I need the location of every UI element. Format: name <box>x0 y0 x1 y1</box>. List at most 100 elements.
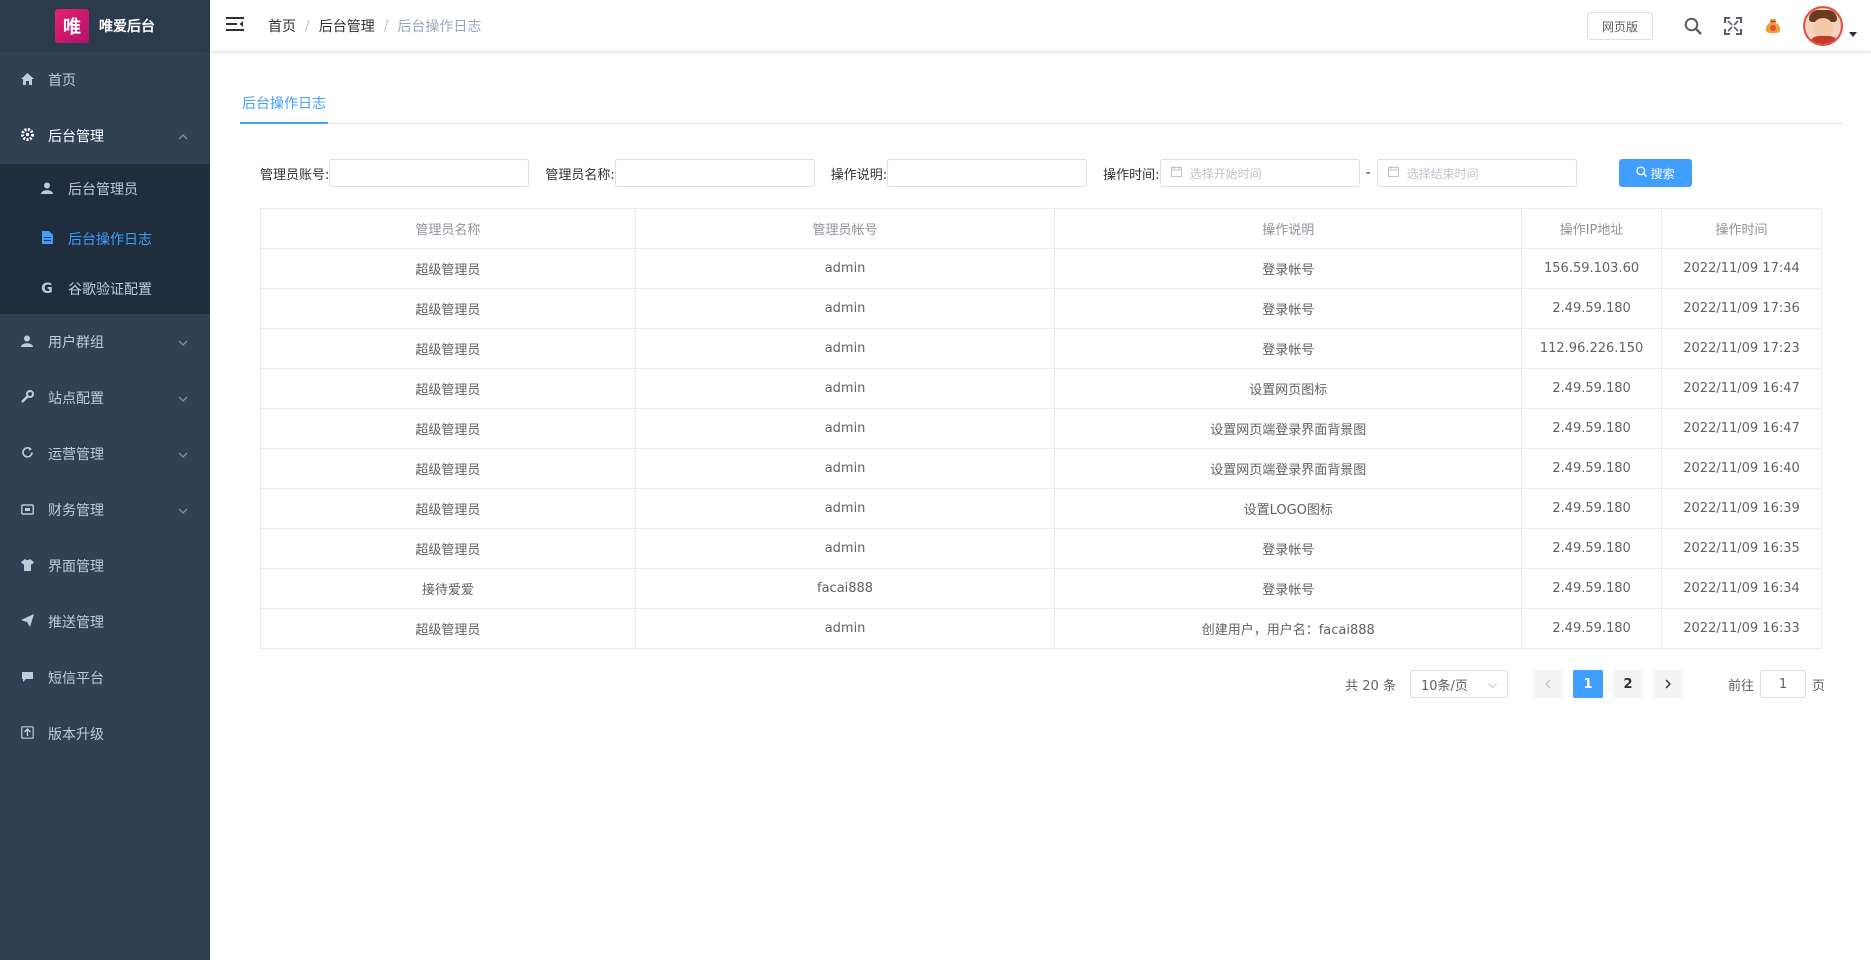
table-row: 接待爱爱 facai888 登录帐号 2.49.59.180 2022/11/09 16… <box>260 568 1822 609</box>
table-cell: 2022/11/09 17:36 <box>1661 288 1822 329</box>
sidebar-item-label: 财务管理 <box>48 503 104 519</box>
column-header: 操作时间 <box>1661 208 1822 249</box>
page-button-1[interactable]: 1 <box>1572 670 1603 698</box>
google-icon: G <box>41 281 53 297</box>
table-cell: 登录帐号 <box>1054 328 1523 369</box>
table-cell: 超级管理员 <box>260 248 636 289</box>
table-cell: 2022/11/09 16:47 <box>1661 368 1822 409</box>
sidebar-item-operation-log[interactable]: 后台操作日志 <box>0 214 210 264</box>
sidebar-item-user-groups[interactable]: 用户群组 <box>0 314 210 370</box>
table-cell: 2022/11/09 16:33 <box>1661 608 1822 649</box>
table-row: 超级管理员 admin 设置网页图标 2.49.59.180 2022/11/09 16… <box>260 368 1822 409</box>
table-row: 超级管理员 admin 设置网页端登录界面背景图 2.49.59.180 2022/11… <box>260 408 1822 449</box>
search-button[interactable]: 搜索 <box>1618 159 1692 187</box>
chevron-down-icon <box>178 335 188 349</box>
table-cell: 156.59.103.60 <box>1521 248 1663 289</box>
search-icon[interactable] <box>1682 15 1704 37</box>
shirt-icon <box>20 558 34 574</box>
sidebar-item-interface[interactable]: 界面管理 <box>0 538 210 594</box>
sidebar-item-label: 后台管理 <box>48 129 104 145</box>
wrench-icon <box>20 390 34 406</box>
table-row: 超级管理员 admin 创建用户，用户名：facai888 2.49.59.180 20… <box>260 608 1822 649</box>
sidebar-item-google-auth[interactable]: G 谷歌验证配置 <box>0 264 210 314</box>
admin-submenu: 后台管理员 后台操作日志 G 谷歌验证配置 <box>0 164 210 314</box>
sidebar-item-admin[interactable]: 后台管理 <box>0 108 210 164</box>
breadcrumb: 首页 / 后台管理 / 后台操作日志 <box>268 16 481 36</box>
header-actions: 网页版 <box>1586 0 1857 52</box>
table-cell: 112.96.226.150 <box>1521 328 1663 369</box>
money-bag-icon[interactable] <box>1762 15 1784 37</box>
column-header: 操作说明 <box>1054 208 1523 249</box>
page-size-select[interactable]: 10条/页 <box>1409 670 1508 698</box>
sidebar-item-label: 用户群组 <box>48 335 104 351</box>
web-version-button[interactable]: 网页版 <box>1586 12 1653 40</box>
calendar-icon <box>1170 166 1182 180</box>
admin-name-input[interactable] <box>614 159 815 187</box>
table-cell: admin <box>634 408 1056 449</box>
end-time-picker[interactable]: 选择结束时间 <box>1376 159 1577 187</box>
table-cell: 2.49.59.180 <box>1521 408 1663 449</box>
sidebar-item-label: 谷歌验证配置 <box>68 282 152 298</box>
table-cell: 2.49.59.180 <box>1521 368 1663 409</box>
avatar[interactable] <box>1803 6 1843 46</box>
tabs: 后台操作日志 <box>240 88 1843 124</box>
table-cell: 设置LOGO图标 <box>1054 488 1523 529</box>
sidebar-item-home[interactable]: 首页 <box>0 52 210 108</box>
start-time-picker[interactable]: 选择开始时间 <box>1159 159 1360 187</box>
chevron-up-icon <box>178 129 188 143</box>
table-cell: 超级管理员 <box>260 368 636 409</box>
chat-icon <box>20 671 34 686</box>
table-cell: 登录帐号 <box>1054 248 1523 289</box>
table-cell: 2022/11/09 16:35 <box>1661 528 1822 569</box>
caret-down-icon[interactable] <box>1849 29 1857 40</box>
table-cell: 2022/11/09 16:47 <box>1661 408 1822 449</box>
table-cell: 创建用户，用户名：facai888 <box>1054 608 1523 649</box>
fullscreen-icon[interactable] <box>1722 15 1744 37</box>
admin-name-label: 管理员名称: <box>545 167 615 183</box>
table-cell: 登录帐号 <box>1054 288 1523 329</box>
sidebar-item-operations[interactable]: 运营管理 <box>0 426 210 482</box>
page-jump-input[interactable]: 1 <box>1759 670 1806 698</box>
sidebar-item-push[interactable]: 推送管理 <box>0 594 210 650</box>
chevron-down-icon <box>178 447 188 461</box>
page-button-2[interactable]: 2 <box>1612 670 1643 698</box>
table-cell: 超级管理员 <box>260 608 636 649</box>
table-cell: 设置网页端登录界面背景图 <box>1054 408 1523 449</box>
next-page-button[interactable] <box>1652 670 1683 698</box>
operation-log-table: 管理员名称 管理员帐号 操作说明 操作IP地址 操作时间 超级管理员 admin 登… <box>260 208 1822 649</box>
sidebar-item-site-config[interactable]: 站点配置 <box>0 370 210 426</box>
time-label: 操作时间: <box>1103 167 1160 183</box>
table-cell: 2022/11/09 16:39 <box>1661 488 1822 529</box>
table-cell: 登录帐号 <box>1054 528 1523 569</box>
hamburger-icon[interactable] <box>226 15 246 36</box>
tab-operation-log[interactable]: 后台操作日志 <box>240 88 328 124</box>
breadcrumb-current: 后台操作日志 <box>397 18 482 35</box>
sidebar-item-label: 版本升级 <box>48 727 104 743</box>
breadcrumb-separator: / <box>383 17 389 34</box>
table-cell: 超级管理员 <box>260 328 636 369</box>
sidebar-item-sms[interactable]: 短信平台 <box>0 650 210 706</box>
start-time-placeholder: 选择开始时间 <box>1189 166 1262 181</box>
prev-page-button[interactable] <box>1532 670 1563 698</box>
sidebar: 唯 唯爱后台 首页 后台管理 后台管理员 后台操作日志 G 谷歌验证配置 用户群… <box>0 0 210 960</box>
table-cell: 2.49.59.180 <box>1521 488 1663 529</box>
chevron-down-icon <box>1488 677 1497 692</box>
sidebar-item-upgrade[interactable]: 版本升级 <box>0 706 210 762</box>
table-cell: 2022/11/09 17:23 <box>1661 328 1822 369</box>
table-cell: 超级管理员 <box>260 488 636 529</box>
table-body: 超级管理员 admin 登录帐号 156.59.103.60 2022/11/09 17… <box>260 248 1822 649</box>
breadcrumb-home[interactable]: 首页 <box>268 16 296 36</box>
table-cell: 接待爱爱 <box>260 568 636 609</box>
sidebar-item-admin-users[interactable]: 后台管理员 <box>0 164 210 214</box>
operation-input[interactable] <box>887 159 1088 187</box>
page-size-value: 10条/页 <box>1420 678 1468 694</box>
admin-account-input[interactable] <box>329 159 530 187</box>
table-row: 超级管理员 admin 登录帐号 2.49.59.180 2022/11/09 16:3… <box>260 528 1822 569</box>
breadcrumb-admin[interactable]: 后台管理 <box>319 16 375 36</box>
table-row: 超级管理员 admin 登录帐号 156.59.103.60 2022/11/09 17… <box>260 248 1822 289</box>
logo-image: 唯 <box>55 9 89 43</box>
page-unit-label: 页 <box>1811 678 1825 694</box>
sidebar-item-finance[interactable]: 财务管理 <box>0 482 210 538</box>
admin-account-label: 管理员账号: <box>260 167 330 183</box>
top-navbar: 首页 / 后台管理 / 后台操作日志 网页版 <box>210 0 1871 52</box>
